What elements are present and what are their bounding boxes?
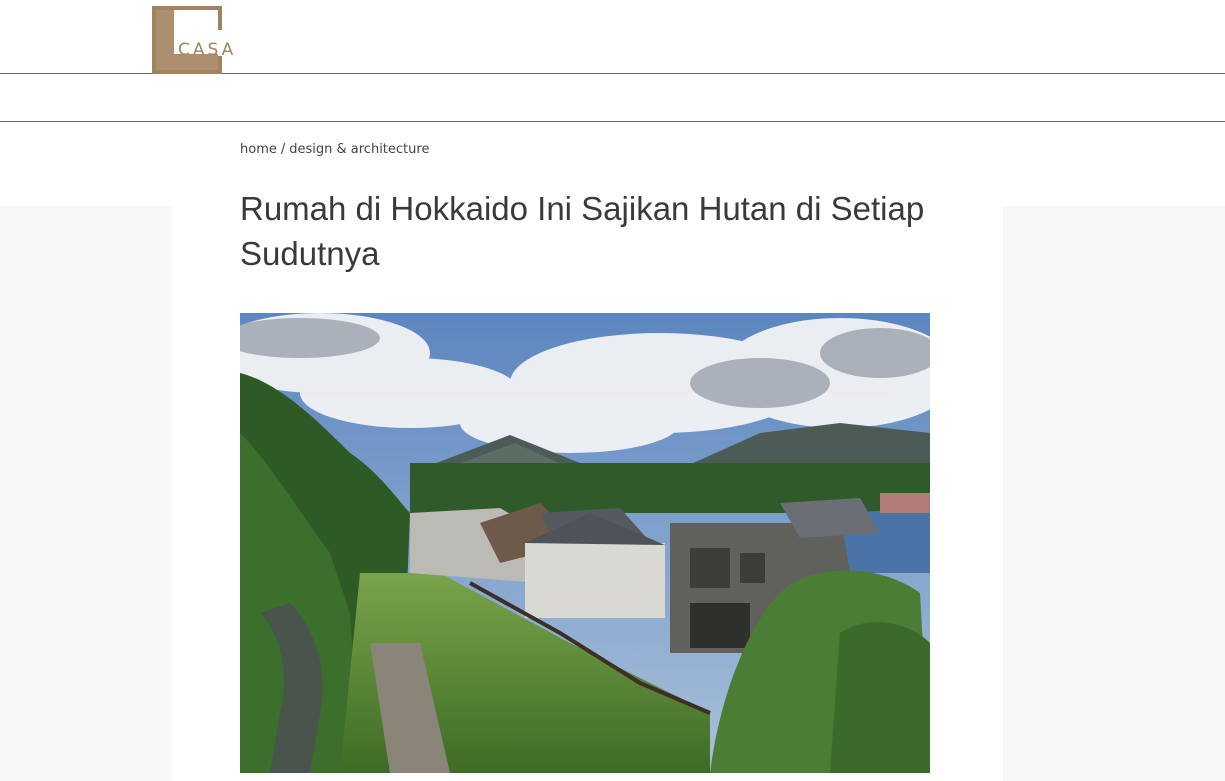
site-header: CASA	[0, 0, 1225, 74]
navigation-bar	[0, 74, 1225, 122]
right-sidebar-background	[1003, 206, 1225, 781]
hero-image	[240, 313, 930, 773]
logo-text: CASA	[178, 40, 237, 60]
breadcrumb-home-link[interactable]: home	[240, 142, 277, 157]
breadcrumb-separator: /	[280, 142, 286, 157]
article-title: Rumah di Hokkaido Ini Sajikan Hutan di S…	[240, 190, 925, 272]
left-sidebar-background	[0, 206, 172, 781]
casa-logo[interactable]: CASA	[152, 6, 244, 74]
breadcrumb-category-link[interactable]: design & architecture	[289, 142, 429, 157]
breadcrumb: home / design & architecture	[240, 142, 429, 157]
